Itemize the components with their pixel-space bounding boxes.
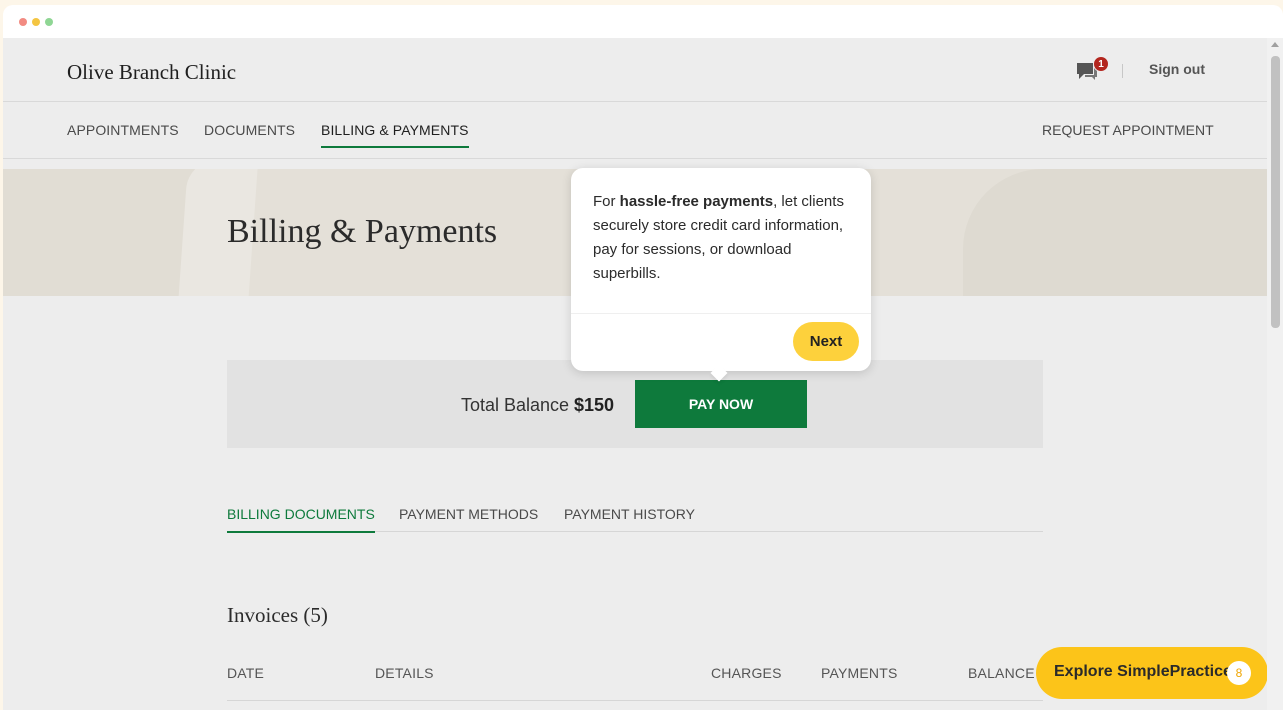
tooltip-next-button[interactable]: Next — [793, 322, 859, 361]
client-portal: Olive Branch Clinic 1 Sign out APPOINTME… — [3, 38, 1267, 710]
column-header-details[interactable]: DETAILS — [375, 665, 434, 681]
billing-tabs: BILLING DOCUMENTS PAYMENT METHODS PAYMEN… — [227, 494, 1043, 533]
hero-decoration — [3, 169, 203, 296]
balance-panel: Total Balance $150 PAY NOW — [227, 360, 1043, 448]
header-divider — [1122, 64, 1123, 78]
tooltip-divider — [571, 313, 871, 314]
explore-label: Explore SimplePractice — [1054, 663, 1232, 680]
invoices-table-header: DATE DETAILS CHARGES PAYMENTS BALANCE — [227, 663, 1043, 701]
onboarding-tooltip: For hassle-free payments, let clients se… — [571, 168, 871, 382]
column-header-payments[interactable]: PAYMENTS — [821, 665, 898, 681]
nav-item-documents[interactable]: DOCUMENTS — [204, 122, 295, 146]
tab-payment-history[interactable]: PAYMENT HISTORY — [564, 506, 695, 531]
pay-now-button[interactable]: PAY NOW — [635, 380, 807, 428]
column-header-balance[interactable]: BALANCE — [968, 665, 1035, 681]
window-minimize-dot[interactable] — [32, 18, 40, 26]
clinic-name: Olive Branch Clinic — [67, 60, 237, 84]
explore-simplepractice-button[interactable]: Explore SimplePractice 8 — [1036, 647, 1267, 699]
total-balance-amount: $150 — [574, 395, 615, 415]
explore-count-badge: 8 — [1227, 661, 1251, 685]
window-maximize-dot[interactable] — [45, 18, 53, 26]
page-title: Billing & Payments — [227, 213, 498, 250]
total-balance-label: Total Balance — [461, 395, 570, 415]
nav-item-billing-payments[interactable]: BILLING & PAYMENTS — [321, 122, 469, 148]
browser-chrome — [3, 5, 1283, 38]
column-header-charges[interactable]: CHARGES — [711, 665, 782, 681]
scroll-up-arrow-icon[interactable] — [1271, 42, 1279, 47]
messages-count-badge: 1 — [1093, 56, 1109, 72]
column-header-date[interactable]: DATE — [227, 665, 264, 681]
main-nav: APPOINTMENTS DOCUMENTS BILLING & PAYMENT… — [3, 103, 1267, 159]
invoices-heading: Invoices (5) — [227, 603, 328, 627]
tooltip-message: For hassle-free payments, let clients se… — [593, 190, 853, 286]
tooltip-text-start: For — [593, 193, 620, 210]
window-close-dot[interactable] — [19, 18, 27, 26]
tooltip-text-highlight: hassle-free payments — [619, 193, 774, 210]
nav-item-appointments[interactable]: APPOINTMENTS — [67, 122, 179, 146]
scrollbar-thumb[interactable] — [1271, 56, 1280, 328]
request-appointment-link[interactable]: REQUEST APPOINTMENT — [1042, 122, 1214, 138]
sign-out-link[interactable]: Sign out — [1149, 61, 1205, 77]
tab-billing-documents[interactable]: BILLING DOCUMENTS — [227, 506, 375, 533]
hero-decoration — [963, 169, 1267, 296]
top-bar: Olive Branch Clinic 1 Sign out — [3, 38, 1267, 102]
tab-payment-methods[interactable]: PAYMENT METHODS — [399, 506, 538, 531]
page-scrollbar[interactable] — [1267, 38, 1283, 710]
